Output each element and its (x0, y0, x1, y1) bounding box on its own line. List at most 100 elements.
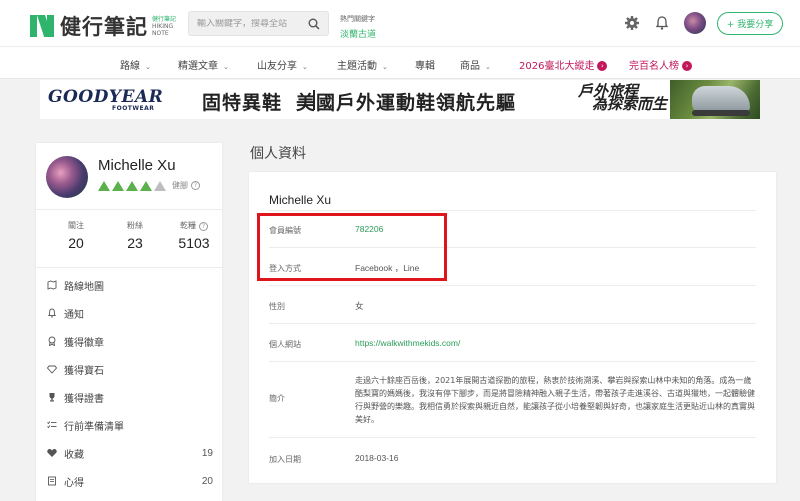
share-button[interactable]: + 我要分享 (717, 12, 783, 35)
nav-products[interactable]: 商品 ⌄ (460, 57, 491, 72)
nav-featured-label: 精選文章 (178, 61, 218, 72)
chevron-down-icon: ⌄ (223, 63, 229, 71)
menu-checklist[interactable]: 行前準備清單 (47, 417, 223, 433)
help-icon[interactable]: ? (191, 181, 200, 190)
nav-taipei-label: 2026臺北大縱走 (519, 61, 595, 72)
profile-name: Michelle Xu (98, 157, 176, 174)
mountain-level-icon (112, 180, 124, 191)
level-label: 健腳 (172, 181, 188, 190)
menu-notifications[interactable]: 通知 (47, 305, 223, 321)
menu-count: 20 (201, 475, 213, 487)
search-icon[interactable] (308, 18, 320, 30)
profile-card: Michelle Xu 健腳 ? 關注 20 粉絲 23 乾糧? 5103 路線… (36, 143, 222, 501)
menu-label: 行前準備清單 (64, 421, 124, 433)
menu-label: 路線地圖 (64, 281, 104, 293)
logo-mark-icon (30, 15, 54, 37)
info-value: 2018-03-16 (355, 453, 399, 463)
menu-count: 19 (201, 447, 213, 459)
stat-followers[interactable]: 粉絲 23 (107, 220, 163, 251)
brand-name: GOODYEAR (48, 87, 164, 107)
highlight-box (257, 213, 447, 281)
stat-label-text: 乾糧 (180, 221, 196, 230)
slogan-left: 固特異鞋 (202, 92, 283, 114)
menu-certificates[interactable]: 獲得證書 (47, 389, 223, 405)
mountain-level-icon (126, 180, 138, 191)
search-box (188, 11, 329, 36)
stat-label: 關注 (68, 221, 84, 230)
header-icons (624, 12, 706, 34)
chevron-down-icon: ⌄ (485, 63, 491, 71)
info-value: 女 (355, 301, 364, 311)
profile-avatar[interactable] (46, 156, 88, 198)
page-title: 個人資料 (250, 146, 306, 162)
banner-divider (313, 90, 315, 110)
notes-icon (48, 476, 56, 486)
stat-rations[interactable]: 乾糧? 5103 (166, 220, 222, 251)
nav-taipei-grand-traverse[interactable]: 2026臺北大縱走 › (519, 57, 608, 72)
menu-label: 獲得徽章 (64, 337, 104, 349)
chevron-down-icon: ⌄ (145, 63, 151, 71)
hot-keyword-link[interactable]: 淡蘭古道 (340, 27, 376, 40)
site-logo[interactable]: 健行筆記 健行筆記 HIKING NOTE (30, 11, 176, 41)
logo-sub-en2: NOTE (152, 29, 169, 37)
search-input[interactable] (189, 18, 301, 29)
nav-community[interactable]: 山友分享 ⌄ (257, 57, 308, 72)
hot-keywords-label: 熱門關鍵字 (340, 15, 375, 23)
menu-badges[interactable]: 獲得徽章 (47, 333, 223, 349)
info-row-join-date: 加入日期 2018-03-16 (269, 437, 756, 477)
logo-sub-en1: HIKING (152, 22, 174, 30)
hot-keywords: 熱門關鍵字 淡蘭古道 (340, 10, 376, 40)
website-link[interactable]: https://walkwithmekids.com/ (355, 338, 460, 348)
info-key: 性別 (269, 302, 285, 311)
info-key: 個人網站 (269, 340, 301, 349)
menu-gems[interactable]: 獲得寶石 (47, 361, 223, 377)
main-nav: 路線 ⌄ 精選文章 ⌄ 山友分享 ⌄ 主題活動 ⌄ 專輯 商品 ⌄ 2026臺北大縱走 › … (0, 46, 800, 79)
nav-albums-label: 專輯 (415, 61, 435, 72)
gear-icon[interactable] (624, 15, 640, 31)
stat-value: 23 (127, 235, 143, 251)
user-avatar[interactable] (684, 12, 706, 34)
stat-label: 乾糧? (166, 220, 222, 231)
nav-featured[interactable]: 精選文章 ⌄ (178, 57, 229, 72)
arrow-badge-icon: › (597, 61, 608, 71)
info-value: 走過六十餘座百岳後，2021年展開古道探勘的旅程，熱衷於技術溯溪、攀岩與探索山林… (355, 376, 755, 424)
chevron-down-icon: ⌄ (302, 63, 308, 71)
nav-routes-label: 路線 (120, 61, 140, 72)
chevron-down-icon: ⌄ (382, 63, 388, 71)
nav-hall-of-fame[interactable]: 完百名人榜 › (629, 57, 692, 72)
ad-banner[interactable]: GOODYEAR FOOTWEAR 固特異鞋 美國戶外運動鞋領航先驅 戶外旅程 為… (40, 80, 760, 119)
bell-icon (47, 308, 57, 318)
mountain-level-icon (154, 180, 166, 191)
level-indicator: 健腳 ? (98, 180, 200, 191)
stat-value: 20 (68, 235, 84, 251)
shoe-image (692, 86, 750, 116)
logo-sub-cn: 健行筆記 (152, 15, 177, 23)
goodyear-logo: GOODYEAR FOOTWEAR (48, 87, 163, 112)
trophy-icon (49, 393, 55, 402)
menu-favorites[interactable]: 收藏 19 (47, 445, 223, 461)
nav-events[interactable]: 主題活動 ⌄ (337, 57, 388, 72)
menu-route-map[interactable]: 路線地圖 (47, 277, 223, 293)
mountain-level-icon (140, 180, 152, 191)
help-icon[interactable]: ? (199, 222, 208, 231)
menu-label: 獲得寶石 (64, 365, 104, 377)
nav-albums[interactable]: 專輯 (415, 57, 435, 72)
stat-following[interactable]: 關注 20 (48, 220, 104, 251)
banner-slogan: 固特異鞋 美國戶外運動鞋領航先驅 (202, 88, 516, 115)
arrow-badge-icon: › (682, 61, 692, 71)
bell-icon[interactable] (654, 15, 670, 31)
menu-label: 通知 (64, 309, 84, 321)
badge-icon (48, 336, 56, 346)
checklist-icon (47, 421, 57, 429)
stat-label: 粉絲 (127, 221, 143, 230)
info-name: Michelle Xu (269, 193, 332, 207)
menu-reviews[interactable]: 心得 20 (47, 473, 223, 489)
logo-subtext: 健行筆記 HIKING NOTE (152, 16, 176, 37)
info-key: 加入日期 (269, 455, 301, 464)
menu-label: 獲得證書 (64, 393, 104, 405)
divider (36, 267, 222, 268)
logo-text: 健行筆記 (60, 15, 148, 39)
nav-routes[interactable]: 路線 ⌄ (120, 57, 151, 72)
mountain-level-icon (98, 180, 110, 191)
stat-value: 5103 (178, 235, 210, 251)
